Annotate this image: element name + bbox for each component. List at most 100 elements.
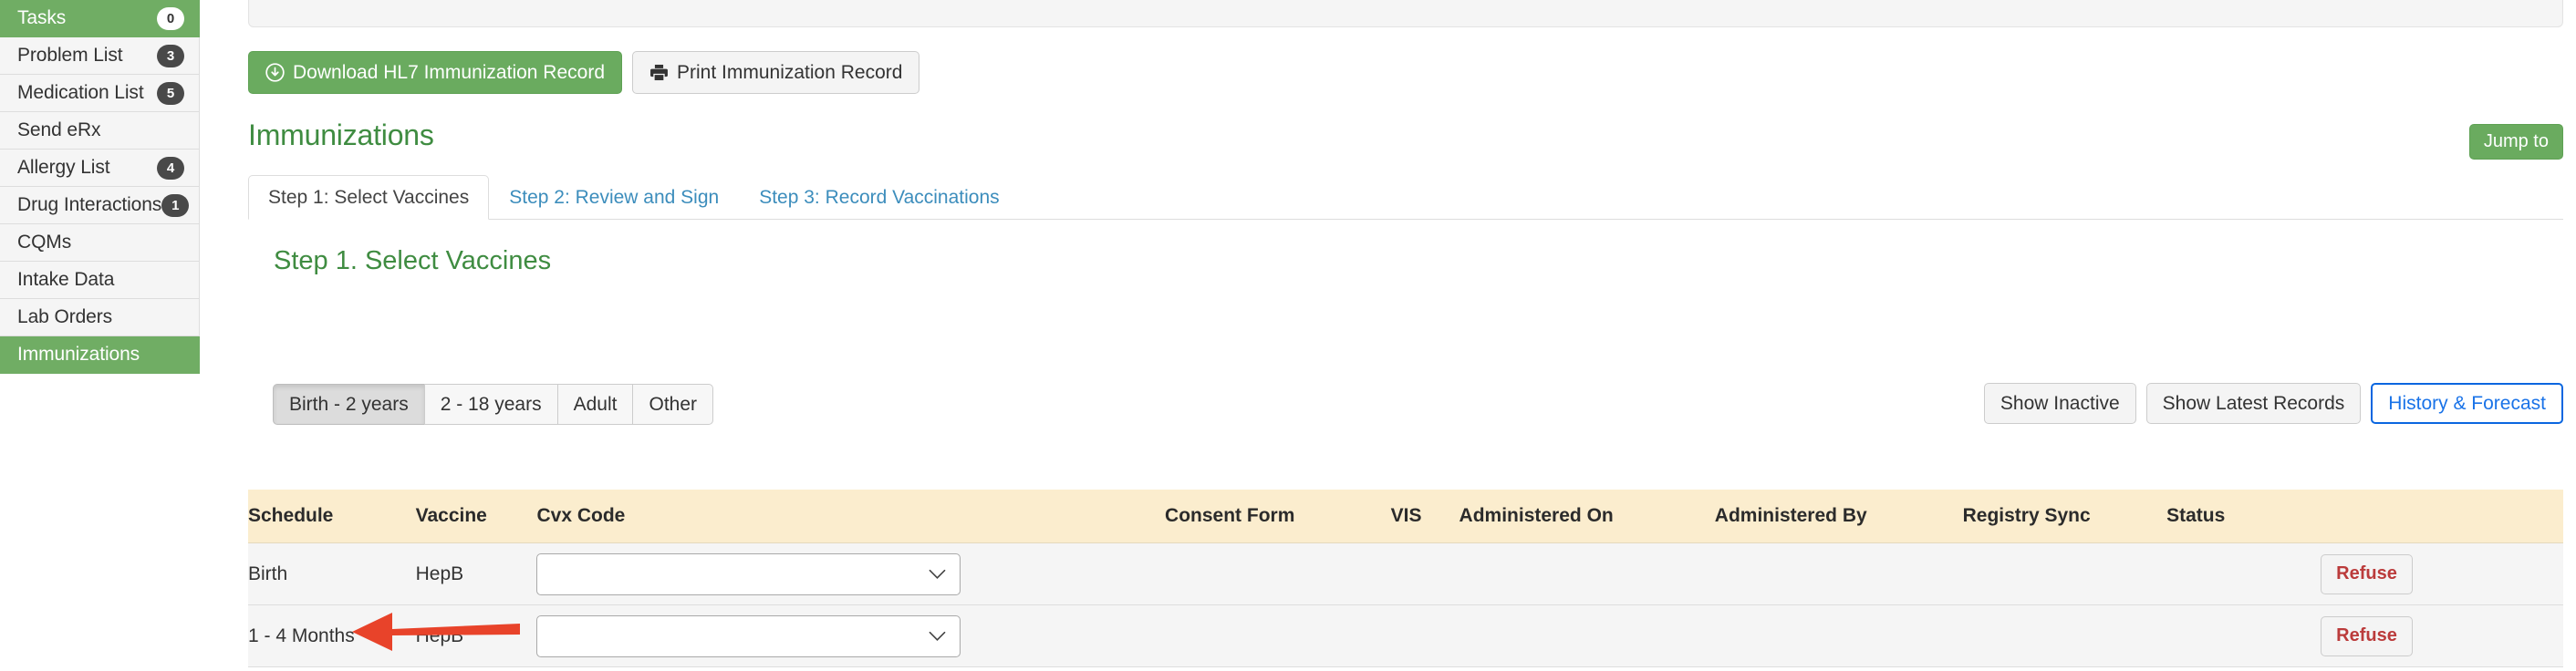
cell-administered-by [1714, 604, 1963, 667]
age-filter-birth-2-years[interactable]: Birth - 2 years [273, 384, 424, 425]
tab-label: Step 1: Select Vaccines [268, 186, 470, 208]
show-inactive-button[interactable]: Show Inactive [1983, 383, 2136, 424]
print-immunization-record-button[interactable]: Print Immunization Record [632, 51, 920, 94]
column-header-vis: VIS [1390, 490, 1459, 543]
tab-step-3-record-vaccinations[interactable]: Step 3: Record Vaccinations [739, 175, 1019, 220]
column-header-action [2321, 490, 2563, 543]
cell-registry-sync [1962, 542, 2167, 605]
tool-button-label: Show Inactive [2000, 392, 2120, 414]
sidebar-item-label: Lab Orders [17, 306, 113, 327]
sidebar-item-intake-data[interactable]: Intake Data [0, 262, 200, 299]
age-filter-label: Birth - 2 years [289, 393, 409, 415]
sidebar-item-label: Tasks [17, 7, 67, 28]
cvx-code-select[interactable] [536, 614, 961, 657]
cell-consent-form [1165, 604, 1391, 667]
table-body: Birth HepB Refuse 1 - 4 Months HepB Refu… [248, 542, 2563, 667]
top-panel-remnant [248, 0, 2563, 27]
column-header-schedule: Schedule [248, 490, 416, 543]
vaccine-schedule-table: Schedule Vaccine Cvx Code Consent Form V… [248, 490, 2563, 667]
age-filter-label: Adult [573, 393, 618, 415]
cell-administered-by [1714, 542, 1963, 605]
sidebar-item-send-erx[interactable]: Send eRx [0, 112, 200, 150]
sidebar-badge-tasks: 0 [157, 6, 184, 30]
record-actions-toolbar: Download HL7 Immunization Record Print I… [248, 51, 920, 94]
sidebar-item-label: Send eRx [17, 119, 101, 140]
step-heading: Step 1. Select Vaccines [274, 246, 552, 275]
cell-action: Refuse [2321, 542, 2563, 605]
sidebar-item-immunizations[interactable]: Immunizations [0, 336, 200, 374]
page-title: Immunizations [248, 119, 434, 151]
column-header-registry-sync: Registry Sync [1962, 490, 2167, 543]
tab-label: Step 2: Review and Sign [509, 186, 720, 208]
age-filter-label: 2 - 18 years [440, 393, 542, 415]
sidebar-item-cqms[interactable]: CQMs [0, 224, 200, 262]
refuse-button[interactable]: Refuse [2321, 553, 2413, 594]
sidebar-item-tasks[interactable]: Tasks 0 [0, 0, 200, 37]
sidebar-badge-allergy-list: 4 [157, 156, 184, 180]
table-row: 1 - 4 Months HepB Refuse [248, 604, 2563, 667]
cell-cvx-code [536, 604, 1166, 667]
sidebar-item-label: CQMs [17, 232, 72, 253]
print-button-label: Print Immunization Record [677, 62, 903, 83]
tab-step-2-review-and-sign[interactable]: Step 2: Review and Sign [489, 175, 739, 220]
sidebar-item-drug-interactions[interactable]: Drug Interactions 1 [0, 187, 200, 224]
cell-action: Refuse [2321, 604, 2563, 667]
chevron-down-icon [929, 625, 946, 647]
sidebar-item-problem-list[interactable]: Problem List 3 [0, 37, 200, 75]
sidebar-badge-problem-list: 3 [157, 44, 184, 67]
table-head: Schedule Vaccine Cvx Code Consent Form V… [248, 490, 2563, 543]
table-header-row: Schedule Vaccine Cvx Code Consent Form V… [248, 490, 2563, 543]
age-filter-adult[interactable]: Adult [556, 384, 633, 425]
table-row: Birth HepB Refuse [248, 542, 2563, 605]
step-tabs: Step 1: Select Vaccines Step 2: Review a… [248, 175, 2563, 220]
age-filter-label: Other [649, 393, 698, 415]
table-tools-toolbar: Show Inactive Show Latest Records Histor… [1983, 383, 2563, 424]
sidebar-item-label: Intake Data [17, 269, 115, 290]
tab-label: Step 3: Record Vaccinations [759, 186, 1000, 208]
show-latest-records-button[interactable]: Show Latest Records [2145, 383, 2362, 424]
tool-button-label: History & Forecast [2388, 392, 2546, 414]
age-filter-group: Birth - 2 years 2 - 18 years Adult Other [273, 384, 714, 425]
main-content: Download HL7 Immunization Record Print I… [200, 0, 2576, 671]
column-header-administered-by: Administered By [1714, 490, 1963, 543]
left-sidebar: Tasks 0 Problem List 3 Medication List 5… [0, 0, 200, 671]
cell-status [2166, 542, 2322, 605]
column-header-status: Status [2166, 490, 2322, 543]
download-circle-icon [265, 63, 285, 82]
history-forecast-button[interactable]: History & Forecast [2371, 383, 2563, 424]
cell-consent-form [1165, 542, 1391, 605]
age-filter-2-18-years[interactable]: 2 - 18 years [423, 384, 557, 425]
cell-vis [1390, 604, 1459, 667]
download-hl7-immunization-record-button[interactable]: Download HL7 Immunization Record [248, 51, 622, 94]
sidebar-item-label: Allergy List [17, 157, 110, 178]
refuse-button[interactable]: Refuse [2321, 615, 2413, 656]
chevron-down-icon [929, 563, 946, 585]
sidebar-item-label: Medication List [17, 82, 144, 103]
sidebar-item-lab-orders[interactable]: Lab Orders [0, 299, 200, 336]
cell-administered-on [1459, 604, 1715, 667]
cell-schedule: 1 - 4 Months [248, 604, 416, 667]
sidebar-item-label: Drug Interactions [17, 194, 162, 215]
tab-step-1-select-vaccines[interactable]: Step 1: Select Vaccines [248, 175, 490, 220]
cell-registry-sync [1962, 604, 2167, 667]
sidebar-badge-medication-list: 5 [157, 81, 184, 105]
cell-administered-on [1459, 542, 1715, 605]
sidebar-badge-drug-interactions: 1 [161, 193, 190, 217]
cell-cvx-code [536, 542, 1166, 605]
cell-status [2166, 604, 2322, 667]
cell-schedule: Birth [248, 542, 416, 605]
sidebar-item-label: Immunizations [17, 344, 140, 365]
immunizations-page: Tasks 0 Problem List 3 Medication List 5… [0, 0, 2576, 671]
cvx-code-select[interactable] [536, 552, 961, 595]
column-header-cvx-code: Cvx Code [536, 490, 1166, 543]
sidebar-item-allergy-list[interactable]: Allergy List 4 [0, 150, 200, 187]
column-header-consent-form: Consent Form [1165, 490, 1391, 543]
sidebar-item-medication-list[interactable]: Medication List 5 [0, 75, 200, 112]
tool-button-label: Show Latest Records [2162, 392, 2345, 414]
cell-vis [1390, 542, 1459, 605]
column-header-administered-on: Administered On [1459, 490, 1715, 543]
jump-to-button[interactable]: Jump to [2468, 124, 2563, 160]
age-filter-other[interactable]: Other [632, 384, 714, 425]
download-button-label: Download HL7 Immunization Record [293, 62, 605, 83]
column-header-vaccine: Vaccine [415, 490, 537, 543]
